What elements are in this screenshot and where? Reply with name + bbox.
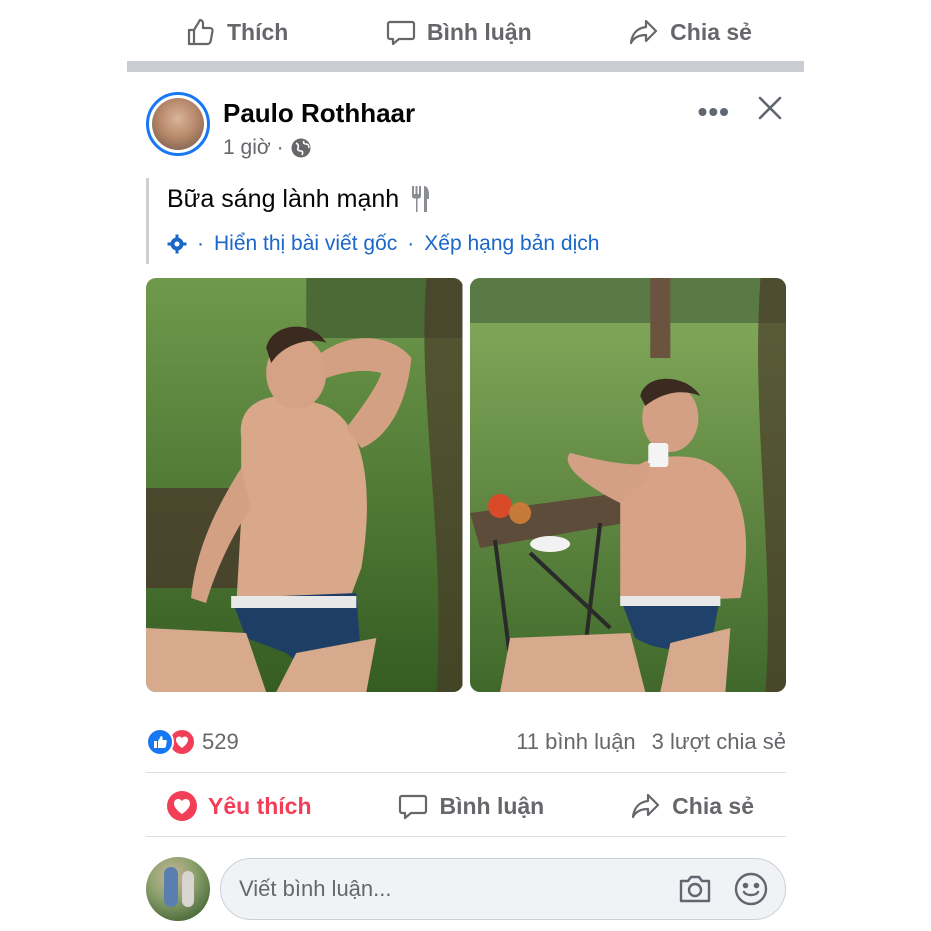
like-label: Thích (227, 18, 289, 45)
share-arrow-icon (632, 793, 660, 819)
author-name[interactable]: Paulo Rothhaar (223, 98, 415, 129)
globe-icon (291, 138, 311, 158)
post-action-bar: Yêu thích Bình luận Chia sẻ (146, 780, 786, 832)
post-meta: 1 giờ · (223, 136, 312, 160)
comment-count[interactable]: 11 bình luận (516, 729, 635, 755)
engagement-stats: 11 bình luận 3 lượt chia sẻ (516, 729, 786, 755)
reactions-row: 529 11 bình luận 3 lượt chia sẻ (146, 724, 786, 760)
post-photo-2[interactable] (469, 278, 786, 692)
post-text-block: Bữa sáng lành mạnh · Hiển thị bài viết g… (146, 178, 786, 264)
post-header: Paulo Rothhaar 1 giờ · ••• (146, 92, 786, 162)
like-button[interactable]: Thích (185, 16, 288, 48)
post-message: Bữa sáng lành mạnh (167, 178, 786, 220)
love-label: Yêu thích (208, 792, 312, 819)
reaction-count: 529 (202, 729, 239, 754)
camera-icon[interactable] (675, 869, 715, 909)
separator-bottom (146, 836, 786, 837)
share-arrow-icon (630, 19, 658, 45)
share-label: Chia sẻ (670, 18, 752, 45)
heart-icon (167, 791, 197, 821)
translation-row: · Hiển thị bài viết gốc · Xếp hạng bản d… (167, 232, 786, 256)
top-action-bar: Thích Bình luận Chia sẻ (127, 10, 804, 54)
bottom-comment-button[interactable]: Bình luận (397, 790, 544, 822)
separator-top (146, 772, 786, 773)
post-text: Bữa sáng lành mạnh (167, 184, 400, 213)
comment-bubble-icon (399, 794, 428, 820)
close-icon[interactable] (754, 92, 786, 124)
post-photo-1[interactable] (146, 278, 463, 692)
comment-bubble-icon (386, 20, 415, 46)
fork-knife-icon (412, 186, 430, 212)
thumbs-up-icon (187, 18, 214, 46)
comment-button[interactable]: Bình luận (385, 16, 532, 48)
post-photos (146, 278, 786, 692)
reaction-summary[interactable]: 529 (146, 728, 239, 756)
share-count[interactable]: 3 lượt chia sẻ (652, 729, 786, 755)
more-icon[interactable]: ••• (698, 96, 730, 128)
translation-dot-1: · (197, 232, 204, 255)
comment-placeholder: Viết bình luận... (239, 876, 392, 901)
bottom-share-button[interactable]: Chia sẻ (630, 790, 754, 822)
translation-dot-2: · (407, 232, 415, 255)
meta-separator: · (276, 136, 284, 159)
comment-input[interactable]: Viết bình luận... (220, 858, 786, 920)
emoji-icon[interactable] (731, 869, 771, 909)
share-button[interactable]: Chia sẻ (628, 16, 752, 48)
author-avatar[interactable] (146, 92, 210, 156)
post-time[interactable]: 1 giờ (223, 136, 271, 160)
comment-composer: Viết bình luận... (146, 856, 786, 922)
gear-icon (167, 234, 187, 254)
bottom-share-label: Chia sẻ (672, 792, 754, 819)
comment-label: Bình luận (426, 18, 532, 45)
like-reaction-icon (146, 728, 174, 756)
rate-translation-link[interactable]: Xếp hạng bản dịch (424, 232, 599, 256)
show-original-link[interactable]: Hiển thị bài viết gốc (214, 232, 397, 256)
love-button[interactable]: Yêu thích (166, 790, 312, 822)
current-user-avatar[interactable] (146, 857, 210, 921)
bottom-comment-label: Bình luận (439, 792, 545, 819)
post-divider (127, 61, 804, 72)
